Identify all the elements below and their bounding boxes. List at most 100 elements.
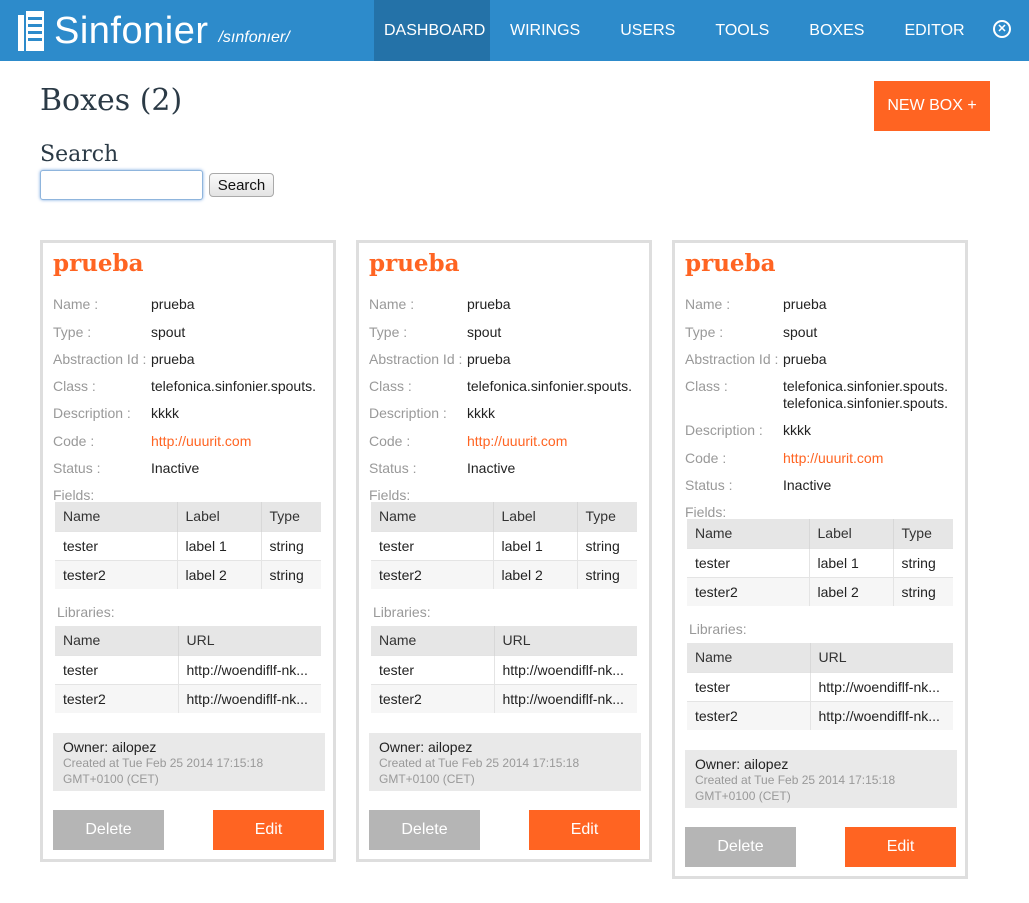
table-row: tester label 1 string — [687, 547, 953, 577]
name-value: prueba — [467, 296, 511, 312]
status-value: Inactive — [467, 460, 516, 476]
col-name: Name — [687, 519, 810, 548]
owner-text: Owner: ailopez — [379, 739, 473, 755]
abstraction-label: Abstraction Id : — [685, 351, 779, 367]
owner-box: Owner: ailopez Created at Tue Feb 25 201… — [685, 750, 957, 808]
table-cell: label 2 — [809, 576, 894, 606]
app-name: Sinfonier — [54, 9, 209, 52]
table-cell: http://woendiflf-nk... — [810, 700, 953, 730]
type-label: Type : — [369, 324, 408, 340]
class-value: telefonica.sinfonier.spouts. — [783, 378, 948, 394]
libraries-table: Name URL tester http://woendiflf-nk... test… — [687, 643, 953, 730]
libraries-label: Libraries: — [689, 621, 747, 637]
brand[interactable]: Sinfonier /sınfonıer/ — [16, 6, 290, 56]
type-value: spout — [467, 324, 502, 340]
table-cell: string — [261, 530, 321, 560]
class-value: telefonica.sinfonier.spouts. — [467, 378, 632, 394]
nav-tools[interactable]: TOOLS — [695, 0, 789, 61]
col-label: Label — [493, 502, 578, 531]
libraries-label: Libraries: — [373, 604, 431, 620]
abstraction-value: prueba — [783, 351, 827, 367]
new-box-button[interactable]: NEW BOX + — [874, 81, 990, 131]
table-cell: string — [893, 547, 953, 577]
search-input[interactable] — [40, 170, 203, 200]
table-cell: label 2 — [493, 559, 578, 589]
edit-button[interactable]: Edit — [845, 827, 956, 867]
nav-wirings[interactable]: WIRINGS — [490, 0, 600, 61]
logout-icon[interactable]: ✕ — [993, 20, 1011, 38]
sinfonier-logo-icon — [18, 11, 44, 51]
col-label: Label — [177, 502, 262, 531]
description-value: kkkk — [467, 405, 495, 421]
table-row: tester label 1 string — [371, 530, 637, 560]
table-cell: string — [577, 530, 637, 560]
code-value[interactable]: http://uuurit.com — [467, 433, 645, 449]
fields-table: Name Label Type tester label 1 string tester… — [371, 502, 637, 589]
table-row: tester2 label 2 string — [687, 576, 953, 606]
table-cell: http://woendiflf-nk... — [810, 671, 953, 701]
fields-label: Fields: — [369, 487, 411, 503]
delete-button[interactable]: Delete — [685, 827, 796, 867]
nav-dashboard[interactable]: DASHBOARD — [374, 0, 490, 61]
code-value[interactable]: http://uuurit.com — [783, 450, 961, 466]
name-value: prueba — [151, 296, 195, 312]
owner-box: Owner: ailopez Created at Tue Feb 25 201… — [53, 733, 325, 791]
nav-editor[interactable]: EDITOR — [884, 0, 984, 61]
table-cell: label 1 — [809, 547, 894, 577]
col-type: Type — [577, 502, 637, 531]
edit-button[interactable]: Edit — [529, 810, 640, 850]
table-cell: tester2 — [55, 559, 178, 589]
table-cell: tester2 — [55, 683, 179, 713]
status-label: Status : — [685, 477, 733, 493]
table-row: tester http://woendiflf-nk... — [687, 671, 953, 701]
class-label: Class : — [685, 378, 728, 394]
owner-text: Owner: ailopez — [63, 739, 157, 755]
table-row: tester2 label 2 string — [55, 559, 321, 589]
table-cell: label 1 — [177, 530, 262, 560]
col-name: Name — [55, 502, 178, 531]
type-label: Type : — [685, 324, 724, 340]
page-title: Boxes (2) — [40, 83, 183, 118]
type-label: Type : — [53, 324, 92, 340]
type-value: spout — [783, 324, 818, 340]
col-name: Name — [371, 502, 494, 531]
col-type: Type — [261, 502, 321, 531]
table-cell: tester — [55, 530, 178, 560]
abstraction-value: prueba — [467, 351, 511, 367]
nav-users[interactable]: USERS — [600, 0, 695, 61]
code-value[interactable]: http://uuurit.com — [151, 433, 329, 449]
delete-button[interactable]: Delete — [369, 810, 480, 850]
box-title: prueba — [369, 250, 460, 277]
table-cell: string — [577, 559, 637, 589]
search-button[interactable]: Search — [209, 173, 274, 197]
class-value-2: telefonica.sinfonier.spouts. — [783, 395, 948, 411]
owner-text: Owner: ailopez — [695, 756, 789, 772]
delete-button[interactable]: Delete — [53, 810, 164, 850]
nav-boxes[interactable]: BOXES — [789, 0, 884, 61]
search-label: Search — [40, 142, 119, 167]
table-cell: tester2 — [687, 700, 811, 730]
code-label: Code : — [369, 433, 411, 449]
table-cell: tester — [371, 654, 495, 684]
box-card: prueba Name : prueba Type : spout Abstraction… — [356, 240, 652, 862]
table-row: tester label 1 string — [55, 530, 321, 560]
abstraction-label: Abstraction Id : — [369, 351, 463, 367]
description-label: Description : — [53, 405, 131, 421]
col-url: URL — [494, 626, 637, 655]
box-title: prueba — [53, 250, 144, 277]
table-cell: string — [261, 559, 321, 589]
col-type: Type — [893, 519, 953, 548]
edit-button[interactable]: Edit — [213, 810, 324, 850]
libraries-table: Name URL tester http://woendiflf-nk... test… — [55, 626, 321, 713]
libraries-label: Libraries: — [57, 604, 115, 620]
table-cell: tester — [687, 547, 810, 577]
owner-box: Owner: ailopez Created at Tue Feb 25 201… — [369, 733, 641, 791]
table-row: tester http://woendiflf-nk... — [55, 654, 321, 684]
col-name: Name — [371, 626, 495, 655]
status-value: Inactive — [151, 460, 200, 476]
table-row: tester http://woendiflf-nk... — [371, 654, 637, 684]
col-url: URL — [810, 643, 953, 672]
table-cell: tester2 — [687, 576, 810, 606]
table-row: tester2 label 2 string — [371, 559, 637, 589]
description-value: kkkk — [783, 422, 811, 438]
